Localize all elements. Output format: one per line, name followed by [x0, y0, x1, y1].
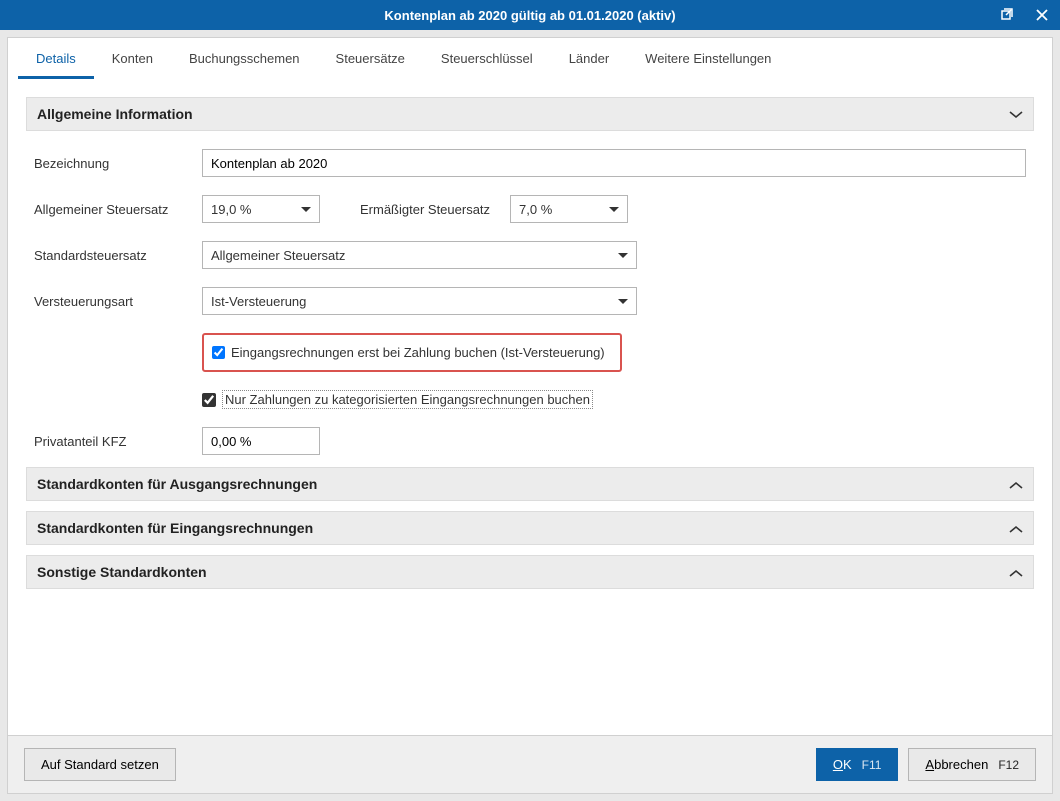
checkbox-label-2: Nur Zahlungen zu kategorisierten Eingang…: [222, 390, 593, 409]
dropdown-allg-steuersatz[interactable]: 19,0 %: [202, 195, 320, 223]
checkbox-label-1: Eingangsrechnungen erst bei Zahlung buch…: [231, 345, 605, 360]
content-area: Allgemeine Information Bezeichnung Allge…: [8, 79, 1052, 735]
chevron-up-icon: [1003, 565, 1023, 580]
section-title-ausgang: Standardkonten für Ausgangsrechnungen: [37, 476, 317, 492]
input-bezeichnung[interactable]: [202, 149, 1026, 177]
close-button[interactable]: [1024, 0, 1060, 30]
window-title: Kontenplan ab 2020 gültig ab 01.01.2020 …: [384, 8, 675, 23]
chevron-up-icon: [1003, 521, 1023, 536]
cancel-shortcut: F12: [998, 758, 1019, 772]
caret-down-icon: [301, 207, 311, 212]
popout-button[interactable]: [988, 0, 1024, 30]
label-erm-steuersatz: Ermäßigter Steuersatz: [360, 202, 490, 217]
ok-rest: K: [843, 757, 852, 772]
ok-mnemonic: O: [833, 757, 843, 772]
section-title-general: Allgemeine Information: [37, 106, 193, 122]
cancel-rest: bbrechen: [934, 757, 988, 772]
ok-button[interactable]: OK F11: [816, 748, 899, 781]
checkbox-nur-zahlungen[interactable]: [202, 393, 216, 407]
row-stdsteuersatz: Standardsteuersatz Allgemeiner Steuersat…: [34, 241, 1026, 269]
row-versteuerungsart: Versteuerungsart Ist-Versteuerung: [34, 287, 1026, 315]
row-checkbox1: Eingangsrechnungen erst bei Zahlung buch…: [34, 333, 1026, 372]
dropdown-std-steuersatz[interactable]: Allgemeiner Steuersatz: [202, 241, 637, 269]
row-checkbox2: Nur Zahlungen zu kategorisierten Eingang…: [202, 390, 1026, 409]
dropdown-erm-steuersatz[interactable]: 7,0 %: [510, 195, 628, 223]
footer: Auf Standard setzen OK F11 Abbrechen F12: [8, 735, 1052, 793]
section-title-eingang: Standardkonten für Eingangsrechnungen: [37, 520, 313, 536]
titlebar-buttons: [988, 0, 1060, 30]
close-icon: [1036, 9, 1048, 21]
ok-shortcut: F11: [862, 758, 882, 772]
row-bezeichnung: Bezeichnung: [34, 149, 1026, 177]
dropdown-erm-value: 7,0 %: [519, 202, 552, 217]
label-allg-steuersatz: Allgemeiner Steuersatz: [34, 202, 202, 217]
highlighted-checkbox-group: Eingangsrechnungen erst bei Zahlung buch…: [202, 333, 622, 372]
tab-buchungsschemen[interactable]: Buchungsschemen: [171, 38, 318, 79]
checkbox-ist-versteuerung[interactable]: [212, 346, 225, 359]
section-header-eingang[interactable]: Standardkonten für Eingangsrechnungen: [26, 511, 1034, 545]
dropdown-versteuerungsart[interactable]: Ist-Versteuerung: [202, 287, 637, 315]
row-steuersatz: Allgemeiner Steuersatz 19,0 % Ermäßigter…: [34, 195, 1026, 223]
label-privatanteil: Privatanteil KFZ: [34, 434, 202, 449]
chevron-down-icon: [1003, 107, 1023, 122]
label-versteuerungsart: Versteuerungsart: [34, 294, 202, 309]
section-header-general[interactable]: Allgemeine Information: [26, 97, 1034, 131]
dropdown-std-value: Allgemeiner Steuersatz: [211, 248, 345, 263]
row-privatanteil: Privatanteil KFZ: [34, 427, 1026, 455]
reset-button[interactable]: Auf Standard setzen: [24, 748, 176, 781]
tab-bar: Details Konten Buchungsschemen Steuersät…: [8, 38, 1052, 79]
cancel-mnemonic: A: [925, 757, 934, 772]
section-title-sonstige: Sonstige Standardkonten: [37, 564, 207, 580]
tab-details[interactable]: Details: [18, 38, 94, 79]
dropdown-vers-value: Ist-Versteuerung: [211, 294, 306, 309]
popout-icon: [999, 8, 1013, 22]
caret-down-icon: [609, 207, 619, 212]
cancel-button[interactable]: Abbrechen F12: [908, 748, 1036, 781]
label-bezeichnung: Bezeichnung: [34, 156, 202, 171]
section-header-ausgang[interactable]: Standardkonten für Ausgangsrechnungen: [26, 467, 1034, 501]
caret-down-icon: [618, 253, 628, 258]
tab-steuerschluessel[interactable]: Steuerschlüssel: [423, 38, 551, 79]
label-std-steuersatz: Standardsteuersatz: [34, 248, 202, 263]
caret-down-icon: [618, 299, 628, 304]
tab-laender[interactable]: Länder: [551, 38, 627, 79]
section-body-general: Bezeichnung Allgemeiner Steuersatz 19,0 …: [26, 145, 1034, 467]
section-header-sonstige[interactable]: Sonstige Standardkonten: [26, 555, 1034, 589]
dropdown-allg-value: 19,0 %: [211, 202, 251, 217]
tab-steuersaetze[interactable]: Steuersätze: [318, 38, 423, 79]
chevron-up-icon: [1003, 477, 1023, 492]
input-privatanteil[interactable]: [202, 427, 320, 455]
main-panel: Details Konten Buchungsschemen Steuersät…: [7, 37, 1053, 794]
tab-weitere[interactable]: Weitere Einstellungen: [627, 38, 789, 79]
titlebar: Kontenplan ab 2020 gültig ab 01.01.2020 …: [0, 0, 1060, 30]
tab-konten[interactable]: Konten: [94, 38, 171, 79]
